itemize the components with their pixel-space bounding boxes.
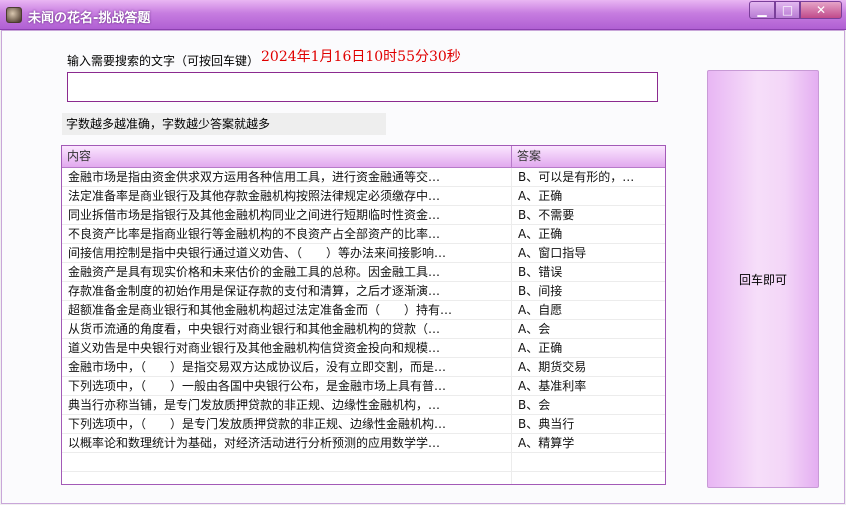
cell-answer: B、不需要 [518, 208, 575, 222]
table-row[interactable]: 下列选项中，（ ）是专门发放质押贷款的非正规、边缘性金融机构… B、典当行 [62, 415, 665, 434]
cell-answer: B、典当行 [518, 417, 575, 431]
cell-answer: B、会 [518, 398, 551, 412]
cell-content [62, 472, 512, 484]
table-row-empty[interactable] [62, 472, 665, 484]
table-row[interactable]: 法定准备率是商业银行及其他存款金融机构按照法律规定必须缴存中… A、正确 [62, 187, 665, 206]
cell-answer [512, 472, 665, 484]
cell-content: 金融资产是具有现实价格和未来估价的金融工具的总称。因金融工具… [62, 263, 512, 281]
cell-answer: A、基准利率 [518, 379, 587, 393]
close-button[interactable]: ✕ [800, 1, 842, 19]
cell-content: 同业拆借市场是指银行及其他金融机构同业之间进行短期临时性资金… [62, 206, 512, 224]
table-row[interactable]: 道义劝告是中央银行对商业银行及其他金融机构信贷资金投向和规模… A、正确 [62, 339, 665, 358]
maximize-button[interactable]: □ [775, 1, 800, 19]
table-row[interactable]: 存款准备金制度的初始作用是保证存款的支付和清算，之后才逐渐演… B、间接 [62, 282, 665, 301]
table-row[interactable]: 典当行亦称当铺，是专门发放质押贷款的非正规、边缘性金融机构，… B、会 [62, 396, 665, 415]
minimize-button[interactable]: ▁ [749, 1, 775, 19]
cell-answer: A、窗口指导 [518, 246, 587, 260]
cell-content: 金融市场是指由资金供求双方运用各种信用工具，进行资金融通等交… [62, 168, 512, 186]
cell-content: 典当行亦称当铺，是专门发放质押贷款的非正规、边缘性金融机构，… [62, 396, 512, 414]
cell-answer: B、间接 [518, 284, 563, 298]
cell-content: 下列选项中，（ ）是专门发放质押贷款的非正规、边缘性金融机构… [62, 415, 512, 433]
cell-content: 法定准备率是商业银行及其他存款金融机构按照法律规定必须缴存中… [62, 187, 512, 205]
table-row[interactable]: 金融市场中，（ ）是指交易双方达成协议后，没有立即交割，而是… A、期货交易 [62, 358, 665, 377]
cell-content: 道义劝告是中央银行对商业银行及其他金融机构信贷资金投向和规模… [62, 339, 512, 357]
cell-answer: B、错误 [518, 265, 563, 279]
cell-content: 间接信用控制是指中央银行通过道义劝告、（ ）等办法来间接影响… [62, 244, 512, 262]
results-table[interactable]: 内容 答案 金融市场是指由资金供求双方运用各种信用工具，进行资金融通等交… B、可… [61, 145, 666, 485]
column-header-answer[interactable]: 答案 [512, 146, 665, 167]
table-row[interactable]: 从货币流通的角度看，中央银行对商业银行和其他金融机构的贷款（… A、会 [62, 320, 665, 339]
search-input[interactable] [67, 72, 658, 102]
app-icon [6, 7, 22, 23]
title-bar[interactable]: 未闻の花名-挑战答题 ▁ □ ✕ [0, 0, 846, 30]
clock-display: 2024年1月16日10时55分30秒 [261, 49, 461, 65]
cell-content: 不良资产比率是指商业银行等金融机构的不良资产占全部资产的比率… [62, 225, 512, 243]
cell-content: 超额准备金是商业银行和其他金融机构超过法定准备金而（ ）持有… [62, 301, 512, 319]
table-row[interactable]: 金融市场是指由资金供求双方运用各种信用工具，进行资金融通等交… B、可以是有形的，… [62, 168, 665, 187]
table-row[interactable]: 超额准备金是商业银行和其他金融机构超过法定准备金而（ ）持有… A、自愿 [62, 301, 665, 320]
enter-button[interactable]: 回车即可 [707, 70, 819, 488]
cell-answer: A、正确 [518, 227, 563, 241]
table-row[interactable]: 同业拆借市场是指银行及其他金融机构同业之间进行短期临时性资金… B、不需要 [62, 206, 665, 225]
cell-answer [512, 453, 665, 471]
cell-answer: A、自愿 [518, 303, 563, 317]
cell-answer: A、正确 [518, 341, 563, 355]
cell-content: 下列选项中，（ ）一般由各国中央银行公布，是金融市场上具有普… [62, 377, 512, 395]
cell-answer: A、期货交易 [518, 360, 587, 374]
search-label: 输入需要搜索的文字（可按回车键） [67, 54, 260, 68]
table-row[interactable]: 间接信用控制是指中央银行通过道义劝告、（ ）等办法来间接影响… A、窗口指导 [62, 244, 665, 263]
cell-answer: A、正确 [518, 189, 563, 203]
column-header-content[interactable]: 内容 [62, 146, 512, 167]
table-body: 金融市场是指由资金供求双方运用各种信用工具，进行资金融通等交… B、可以是有形的，… [62, 168, 665, 484]
cell-answer: B、可以是有形的，… [518, 170, 635, 184]
table-row-empty[interactable] [62, 453, 665, 472]
cell-content [62, 453, 512, 471]
table-row[interactable]: 不良资产比率是指商业银行等金融机构的不良资产占全部资产的比率… A、正确 [62, 225, 665, 244]
search-hint: 字数越多越准确，字数越少答案就越多 [62, 113, 386, 135]
table-header: 内容 答案 [62, 146, 665, 168]
cell-content: 从货币流通的角度看，中央银行对商业银行和其他金融机构的贷款（… [62, 320, 512, 338]
cell-content: 以概率论和数理统计为基础，对经济活动进行分析预测的应用数学学… [62, 434, 512, 452]
cell-answer: A、会 [518, 322, 551, 336]
table-row[interactable]: 下列选项中，（ ）一般由各国中央银行公布，是金融市场上具有普… A、基准利率 [62, 377, 665, 396]
table-row[interactable]: 以概率论和数理统计为基础，对经济活动进行分析预测的应用数学学… A、精算学 [62, 434, 665, 453]
cell-content: 金融市场中，（ ）是指交易双方达成协议后，没有立即交割，而是… [62, 358, 512, 376]
cell-content: 存款准备金制度的初始作用是保证存款的支付和清算，之后才逐渐演… [62, 282, 512, 300]
table-row[interactable]: 金融资产是具有现实价格和未来估价的金融工具的总称。因金融工具… B、错误 [62, 263, 665, 282]
window-title: 未闻の花名-挑战答题 [28, 11, 151, 26]
cell-answer: A、精算学 [518, 436, 575, 450]
